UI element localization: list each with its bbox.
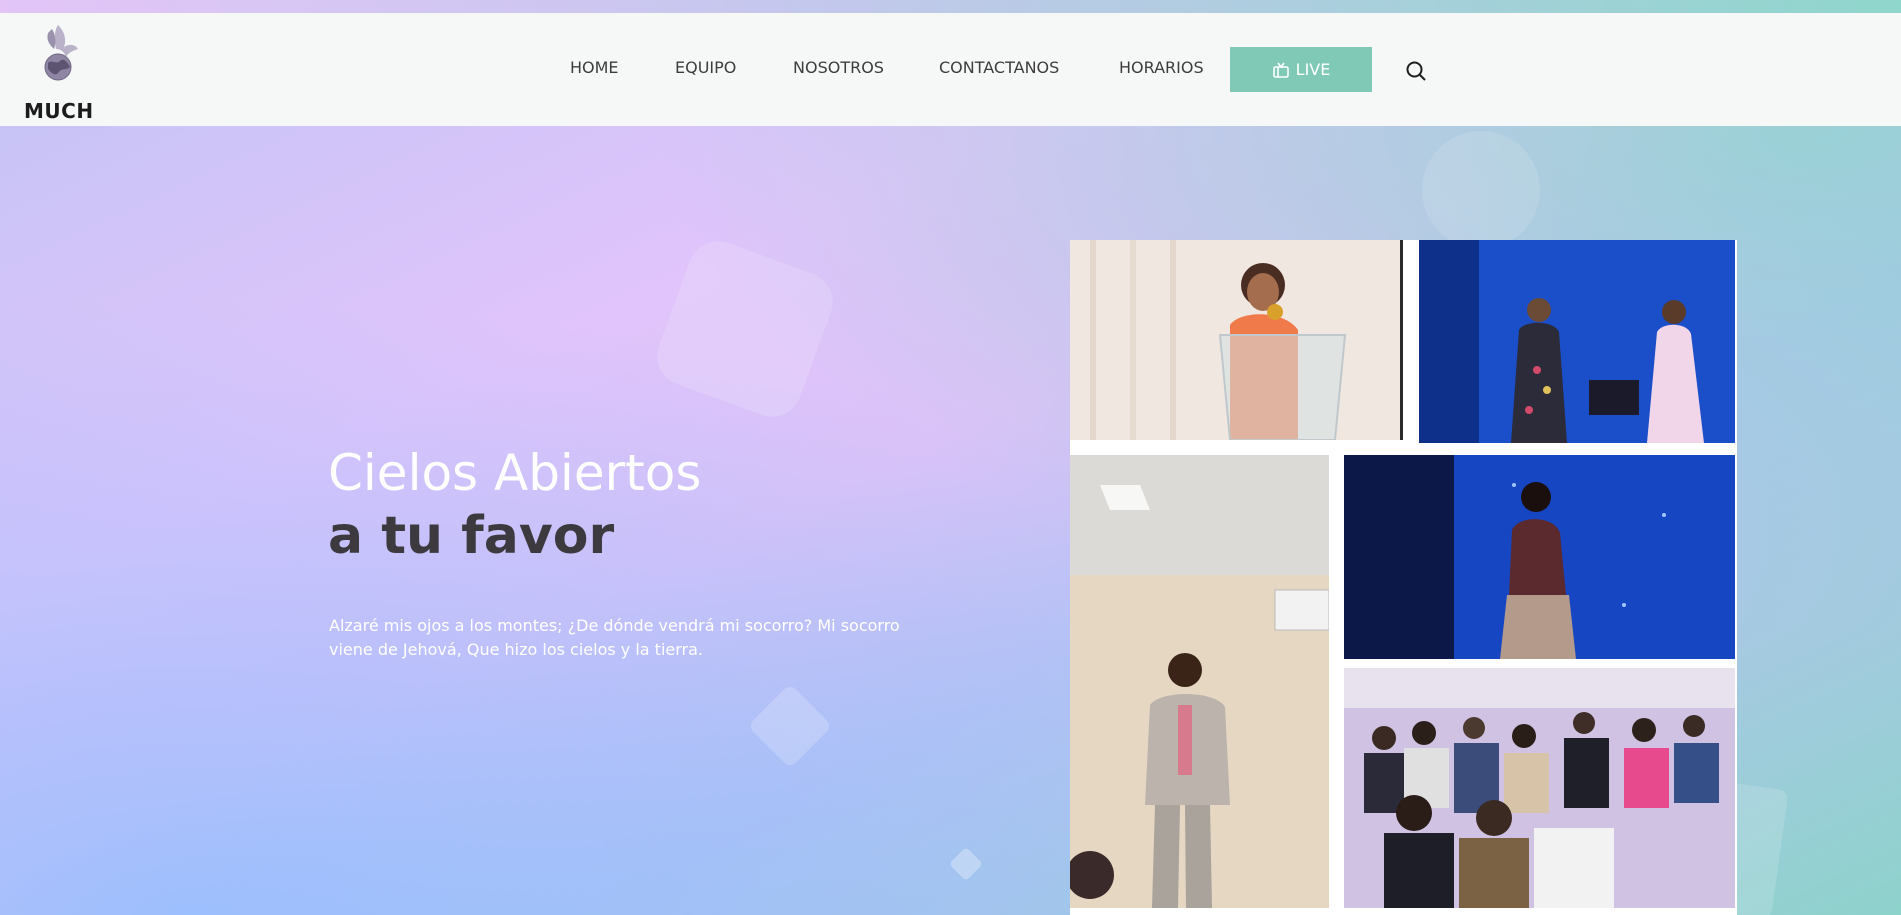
- nav-nosotros[interactable]: NOSOTROS: [793, 58, 884, 77]
- photo-woman-preaching: [1070, 240, 1403, 440]
- brand-name: MUCH: [24, 99, 94, 123]
- logo[interactable]: MUCH: [24, 23, 94, 123]
- hero-title: Cielos Abiertos: [328, 444, 702, 502]
- hero-section: Cielos Abiertos a tu favor Alzaré mis oj…: [0, 126, 1901, 915]
- hero-subtitle: a tu favor: [328, 506, 615, 566]
- dove-globe-icon: [44, 25, 78, 81]
- navbar: MUCH HOME EQUIPO NOSOTROS CONTACTANOS HO…: [0, 13, 1901, 126]
- photo-congregation: [1344, 668, 1735, 908]
- photo-collage: [1070, 240, 1737, 915]
- nav-horarios[interactable]: HORARIOS: [1119, 58, 1204, 77]
- photo-man-speaking: [1070, 455, 1329, 908]
- tv-icon: [1272, 62, 1289, 78]
- live-button-label: LIVE: [1295, 60, 1331, 79]
- hero-verse: Alzaré mis ojos a los montes; ¿De dónde …: [329, 616, 900, 659]
- photo-woman-singing: [1344, 455, 1735, 659]
- top-gradient-stripe: [0, 0, 1901, 13]
- photo-girls-singing: [1419, 240, 1735, 443]
- search-icon: [1406, 61, 1426, 81]
- live-button[interactable]: LIVE: [1230, 47, 1372, 92]
- nav-home[interactable]: HOME: [570, 58, 619, 77]
- search-button[interactable]: [1404, 59, 1428, 83]
- decorative-shape: [1422, 131, 1540, 249]
- nav-contactanos[interactable]: CONTACTANOS: [939, 58, 1059, 77]
- nav-equipo[interactable]: EQUIPO: [675, 58, 736, 77]
